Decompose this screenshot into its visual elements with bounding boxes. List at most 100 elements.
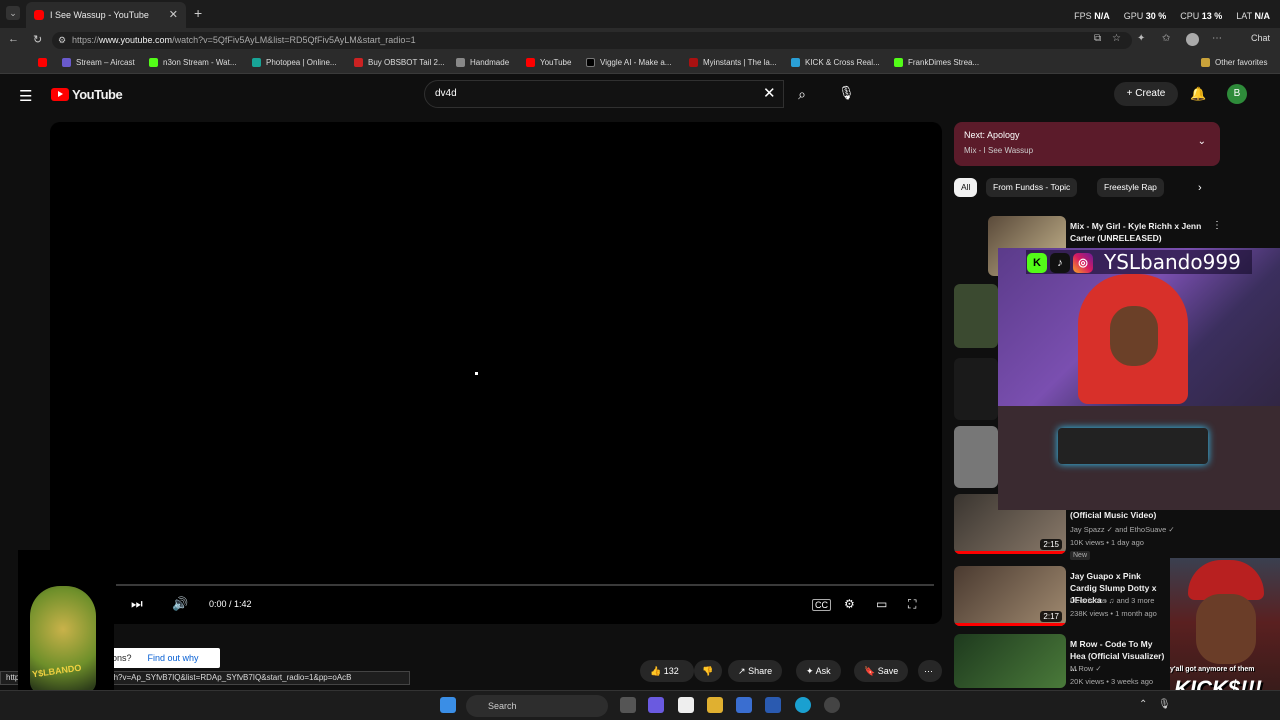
duration-badge: 2:15 — [1040, 539, 1062, 550]
bookmark-item[interactable]: Viggle AI - Make a... — [586, 58, 671, 67]
mail-icon[interactable] — [765, 697, 781, 713]
more-menu-icon[interactable]: ⋯ — [1212, 33, 1222, 44]
bookmark-save-icon: 🔖 — [864, 666, 876, 676]
back-arrow-icon[interactable]: ← — [8, 33, 19, 45]
like-button[interactable]: 👍 132 — [640, 660, 694, 682]
bookmark-item[interactable]: YouTube — [526, 58, 571, 67]
file-explorer-icon[interactable] — [707, 697, 723, 713]
edge-browser-icon[interactable] — [795, 697, 811, 713]
bookmark-item[interactable]: Photopea | Online... — [252, 58, 337, 67]
thumbs-down-icon: 👎 — [702, 666, 714, 676]
chip-freestyle-rap[interactable]: Freestyle Rap — [1097, 178, 1164, 197]
obs-icon[interactable] — [824, 697, 840, 713]
more-options-icon[interactable]: ⋮ — [1212, 220, 1222, 231]
stat-lat: LAT N/A — [1236, 11, 1270, 21]
open-in-app-icon[interactable]: ⧉ — [1094, 33, 1101, 44]
progress-bar[interactable] — [116, 584, 934, 586]
profile-icon[interactable] — [1186, 33, 1199, 46]
other-favorites[interactable]: Other favorites — [1201, 58, 1267, 67]
copilot-chat-button[interactable]: Chat — [1251, 33, 1270, 43]
video-title: (Official Music Video) — [1070, 510, 1157, 520]
video-meta: 20K views • 3 weeks ago — [1070, 677, 1154, 686]
share-button[interactable]: ↗ Share — [728, 660, 783, 682]
avatar[interactable]: B — [1227, 84, 1247, 104]
next-title: Next: Apology — [964, 130, 1020, 140]
close-tab-icon[interactable]: ✕ — [169, 8, 178, 21]
url-field[interactable]: https://www.youtube.com/watch?v=5QfFiv5A… — [52, 32, 1132, 49]
windows-start-icon[interactable] — [440, 697, 456, 713]
clear-search-icon[interactable]: ✕ — [763, 84, 776, 102]
bookmark-item[interactable]: n3on Stream - Wat... — [149, 58, 237, 67]
youtube-logo[interactable]: YouTube — [51, 87, 123, 102]
subtitles-icon[interactable]: CC — [812, 599, 831, 611]
youtube-play-logo-icon — [51, 88, 69, 101]
duration-badge: 2:17 — [1040, 611, 1062, 622]
chip-from-fundss[interactable]: From Fundss - Topic — [986, 178, 1078, 197]
bookmark-icon — [689, 58, 698, 67]
taskbar-search[interactable]: Search — [466, 695, 608, 717]
task-view-icon[interactable] — [620, 697, 636, 713]
save-button[interactable]: 🔖 Save — [854, 660, 909, 682]
microphone-icon[interactable]: 🎙 — [838, 85, 855, 101]
reload-icon[interactable]: ↻ — [33, 33, 42, 46]
channel-name: M Row ✓ — [1070, 664, 1102, 673]
bookmark-item[interactable]: Stream – Aircast — [62, 58, 135, 67]
menu-hamburger-icon[interactable]: ☰ — [19, 87, 32, 105]
extensions-icon[interactable]: ✦ — [1137, 33, 1145, 44]
settings-gear-icon[interactable]: ⚙ — [844, 597, 855, 611]
channel-name: Jay Spazz ✓ and EthoSuave ✓ — [1070, 525, 1175, 534]
store-icon[interactable] — [678, 697, 694, 713]
search-icon[interactable]: ⌕ — [784, 80, 820, 108]
video-thumbnail[interactable] — [954, 284, 998, 348]
theater-mode-icon[interactable]: ▭ — [876, 597, 887, 611]
stat-gpu: GPU 30 % — [1123, 11, 1167, 21]
tray-mic-icon[interactable]: 🎙 — [1158, 699, 1171, 710]
youtube-header: ☰ YouTube dv4d ✕ ⌕ 🎙 + Create 🔔 B — [0, 74, 1280, 116]
stat-fps: FPS N/A — [1074, 11, 1110, 21]
bookmark-item[interactable]: FrankDimes Strea... — [894, 58, 979, 67]
bookmark-item[interactable]: Handmade — [456, 58, 509, 67]
video-thumbnail: 2:17 — [954, 566, 1066, 626]
browser-tab-active[interactable]: I See Wassup - YouTube ✕ — [26, 2, 186, 28]
copilot-icon[interactable] — [648, 697, 664, 713]
webcam-overlay — [998, 248, 1280, 510]
next-video-icon[interactable]: ⏭ — [131, 596, 143, 612]
tray-chevron-up-icon[interactable]: ⌃ — [1139, 699, 1147, 710]
bookmark-icon — [456, 58, 465, 67]
bookmark-youtube-icon[interactable] — [38, 58, 47, 67]
volume-icon[interactable]: 🔊 — [172, 596, 188, 612]
bookmark-item[interactable]: Myinstants | The la... — [689, 58, 777, 67]
video-player[interactable] — [50, 122, 942, 624]
bookmark-item[interactable]: Buy OBSBOT Tail 2... — [354, 58, 445, 67]
streamer-face — [1110, 306, 1158, 366]
more-actions-icon[interactable]: ⋯ — [918, 660, 942, 682]
favorite-star-icon[interactable]: ☆ — [1112, 33, 1121, 44]
keyboard — [1058, 428, 1208, 464]
bookmark-item[interactable]: KICK & Cross Real... — [791, 58, 880, 67]
meme-face — [1196, 594, 1256, 664]
tab-actions-menu-icon[interactable]: ⌄ — [6, 6, 20, 20]
chevron-down-icon[interactable]: ⌄ — [1198, 136, 1206, 147]
chevron-right-icon[interactable]: › — [1198, 182, 1202, 194]
notifications-bell-icon[interactable]: 🔔 — [1190, 86, 1206, 102]
create-button[interactable]: + Create — [1114, 82, 1178, 106]
chip-all[interactable]: All — [954, 178, 978, 197]
video-meta: 10K views • 1 day ago — [1070, 538, 1144, 547]
dislike-button[interactable]: 👎 — [694, 660, 722, 682]
video-meta: 238K views • 1 month ago — [1070, 609, 1157, 618]
taskbar: Search ⌃ 🎙 — [0, 690, 1280, 720]
find-out-why-link[interactable]: Find out why — [148, 653, 199, 663]
meme-caption-small: y'all got anymore of them — [1170, 666, 1255, 673]
favorites-icon[interactable]: ✩ — [1162, 33, 1170, 44]
video-thumbnail[interactable] — [954, 426, 998, 488]
next-up-panel[interactable]: Next: Apology Mix - I See Wassup ⌄ — [954, 122, 1220, 166]
bookmark-icon — [252, 58, 261, 67]
fullscreen-icon[interactable]: ⛶ — [908, 597, 916, 612]
new-tab-button[interactable]: + — [194, 5, 202, 21]
video-thumbnail[interactable] — [954, 358, 998, 420]
watched-progress-bar — [954, 551, 1066, 554]
site-info-icon[interactable]: ⚙ — [58, 35, 66, 46]
ask-button[interactable]: ✦ Ask — [796, 660, 841, 682]
search-input[interactable]: dv4d — [424, 80, 784, 108]
photos-icon[interactable] — [736, 697, 752, 713]
